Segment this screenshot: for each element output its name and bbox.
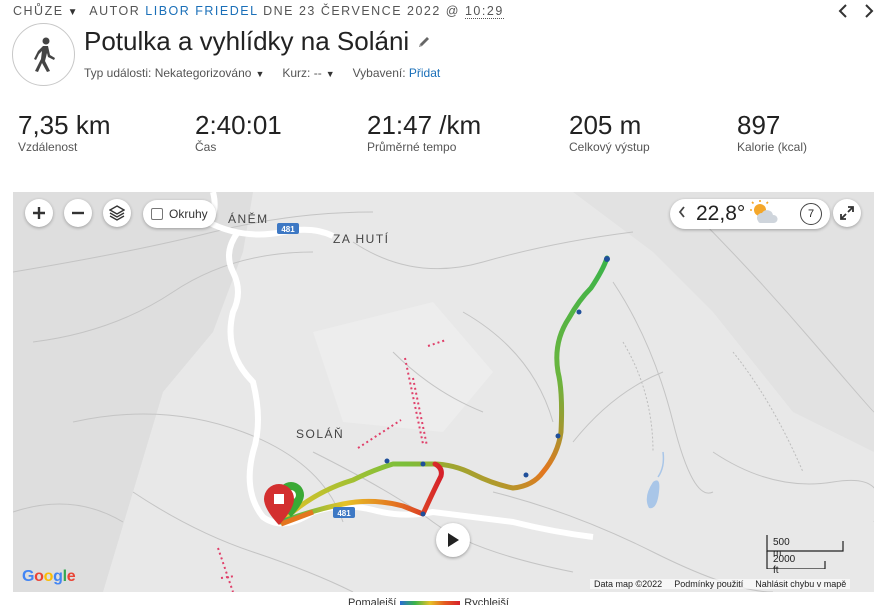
okruhy-checkbox[interactable]	[151, 208, 163, 220]
google-logo: Google	[22, 568, 76, 585]
weather-widget[interactable]: 22,8° 7	[670, 199, 830, 229]
date-text: DNE 23 ČERVENCE 2022 @	[263, 4, 460, 18]
map-layers-button[interactable]	[103, 199, 131, 227]
next-activity-icon[interactable]	[864, 3, 874, 21]
place-label-solan: SOLÁŇ	[296, 426, 344, 441]
weather-badge: 7	[800, 203, 822, 225]
okruhy-toggle[interactable]: Okruhy	[143, 200, 216, 228]
road-shield-bottom: 481	[337, 509, 351, 518]
minus-icon	[72, 211, 84, 215]
walking-icon	[33, 37, 55, 72]
event-type-select[interactable]: Typ události: Nekategorizováno ▼	[84, 66, 264, 80]
stat-distance: 7,35 km Vzdálenost	[18, 110, 111, 154]
course-select[interactable]: Kurz: -- ▼	[282, 66, 334, 80]
add-gear-link[interactable]: Přidat	[409, 66, 440, 80]
pencil-icon[interactable]	[417, 35, 431, 49]
fullscreen-button[interactable]	[833, 199, 861, 227]
activity-title[interactable]: Potulka a vyhlídky na Soláni	[84, 26, 409, 57]
zoom-out-button[interactable]	[64, 199, 92, 227]
activity-type-label[interactable]: CHŮZE	[13, 4, 64, 18]
activity-map[interactable]: 481 481 ZA HUTÍ SOLÁŇ ÁNĚM Okruhy 22,8° …	[13, 192, 874, 592]
previous-activity-icon[interactable]	[838, 3, 848, 21]
activity-meta: Typ události: Nekategorizováno ▼ Kurz: --…	[84, 66, 458, 80]
activity-header: CHŮZE ▼ AUTOR LIBOR FRIEDEL DNE 23 ČERVEN…	[13, 4, 504, 19]
stat-calories: 897 Kalorie (kcal)	[737, 110, 808, 154]
terms-link[interactable]: Podmínky použití	[674, 579, 743, 589]
place-label-anem: ÁNĚM	[228, 211, 269, 226]
okruhy-label: Okruhy	[169, 207, 208, 221]
legend-faster-label: Rychlejší	[464, 597, 509, 605]
activity-type-dropdown-icon[interactable]: ▼	[68, 7, 79, 18]
author-prefix: AUTOR	[89, 4, 141, 18]
play-icon	[448, 533, 459, 547]
stat-elevation-gain: 205 m Celkový výstup	[569, 110, 650, 154]
map-data-credit: Data map ©2022	[594, 579, 663, 589]
zoom-in-button[interactable]	[25, 199, 53, 227]
place-label-za-huti: ZA HUTÍ	[333, 231, 390, 246]
partly-sunny-icon	[749, 199, 779, 229]
caret-down-icon: ▼	[325, 69, 335, 79]
plus-icon	[33, 207, 45, 219]
expand-icon	[840, 206, 854, 220]
activity-nav	[838, 3, 874, 21]
speed-gradient-bar	[400, 600, 461, 605]
caret-down-icon: ▼	[255, 69, 265, 79]
road-shield-top: 481	[281, 225, 295, 234]
temperature: 22,8°	[696, 202, 746, 225]
scale-imperial: 2000 ft	[773, 554, 796, 576]
gear-field: Vybavení: Přidat	[352, 66, 441, 80]
activity-type-avatar	[12, 23, 75, 86]
layers-icon	[109, 205, 125, 221]
play-route-button[interactable]	[436, 523, 470, 557]
map-footer: Data map ©2022 Podmínky použití Nahlásit…	[590, 579, 851, 589]
stat-time: 2:40:01 Čas	[195, 110, 282, 154]
report-error-link[interactable]: Nahlásit chybu v mapě	[755, 579, 846, 589]
legend-slower-label: Pomalejší	[348, 597, 397, 605]
stat-avg-pace: 21:47 /km Průměrné tempo	[367, 110, 482, 154]
start-time[interactable]: 10:29	[464, 4, 504, 19]
speed-legend: Pomalejší Rychlejší	[348, 597, 509, 605]
author-link[interactable]: LIBOR FRIEDEL	[145, 4, 258, 18]
chevron-left-icon[interactable]	[678, 205, 686, 223]
